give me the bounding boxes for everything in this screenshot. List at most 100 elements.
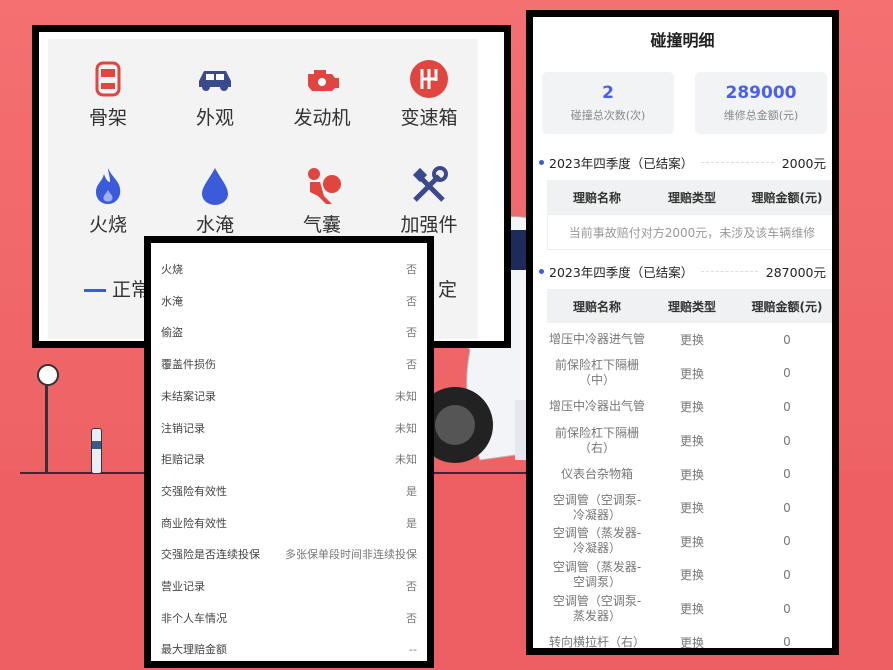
- fire-icon: [86, 164, 130, 208]
- record-label: 交强险是否连续投保: [161, 548, 260, 562]
- record-row: 覆盖件损伤 否: [161, 348, 417, 380]
- table-row: 增压中冷器出气管 更换 0: [547, 390, 832, 424]
- record-value: 否: [406, 580, 417, 593]
- record-value: 多张保单段时间非连续投保: [285, 548, 417, 562]
- cell-type: 更换: [679, 635, 704, 650]
- category-airbag[interactable]: 气囊: [277, 164, 367, 237]
- cell-amount: 0: [783, 500, 791, 515]
- record-row: 交强险是否连续投保 多张保单段时间非连续投保: [161, 538, 417, 570]
- street-lamp-icon: [37, 364, 59, 386]
- legend-dash: [84, 289, 106, 292]
- header-name: 理赔名称: [572, 190, 621, 205]
- repair-amount-label: 维修总金额(元): [723, 109, 799, 122]
- cell-type: 更换: [679, 434, 704, 449]
- header-amount: 理赔金额(元): [751, 190, 823, 205]
- table-row: 空调管（空调泵-蒸发器） 更换 0: [547, 592, 832, 626]
- record-row: 拒赔记录 未知: [161, 443, 417, 475]
- table-header: 理赔名称 理赔类型 理赔金额(元): [547, 289, 832, 323]
- cell-name: 空调管（空调泵-蒸发器）: [552, 593, 642, 623]
- table-row: 转向横拉杆（右） 更换 0: [547, 625, 832, 650]
- header-type: 理赔类型: [667, 190, 716, 205]
- record-value: 否: [406, 263, 417, 276]
- record-label: 覆盖件损伤: [161, 358, 216, 372]
- cell-amount: 0: [783, 567, 791, 582]
- category-fire[interactable]: 火烧: [63, 164, 153, 237]
- record-value: 是: [406, 484, 417, 498]
- record-label: 偷盗: [161, 326, 183, 340]
- record-value: 否: [406, 611, 417, 625]
- record-row: 交强险有效性 是: [161, 475, 417, 507]
- table-row: 前保险杠下隔栅（中） 更换 0: [547, 357, 832, 391]
- cell-amount: 0: [783, 467, 791, 482]
- cell-type: 更换: [679, 366, 704, 381]
- category-label: 变速箱: [400, 107, 458, 129]
- record-label: 水淹: [161, 294, 183, 308]
- engine-icon: [300, 57, 344, 101]
- cell-amount: 0: [783, 601, 791, 616]
- legend-normal: 正常: [84, 275, 150, 302]
- cell-name: 转向横拉杆（右）: [548, 634, 645, 649]
- collision-count-card: 2 碰撞总次数(次): [542, 72, 674, 134]
- cell-name: 空调管（蒸发器-冷凝器）: [552, 526, 642, 556]
- table-row: 空调管（蒸发器-冷凝器） 更换 0: [547, 525, 832, 559]
- record-label: 注销记录: [161, 421, 205, 435]
- category-label: 火烧: [88, 214, 127, 236]
- record-label: 交强险有效性: [161, 484, 227, 498]
- category-exterior[interactable]: 外观: [170, 57, 260, 130]
- record-value: 未知: [395, 453, 417, 467]
- record-label: 未结案记录: [161, 389, 216, 403]
- record-label: 营业记录: [161, 580, 205, 593]
- record-value: 未知: [395, 421, 417, 435]
- record-row: 未结案记录 未知: [161, 380, 417, 412]
- category-frame[interactable]: 骨架: [63, 57, 153, 130]
- record-label: 最大理赔金额: [161, 643, 227, 657]
- claim-amount: 2000元: [781, 155, 826, 171]
- repair-amount-card: 289000 维修总金额(元): [695, 72, 827, 134]
- cell-type: 更换: [679, 333, 704, 348]
- category-gearbox[interactable]: 变速箱: [384, 57, 474, 130]
- cell-type: 更换: [679, 501, 704, 516]
- bullet-dot: [539, 268, 544, 274]
- record-value: 否: [406, 294, 417, 308]
- category-label: 外观: [195, 107, 234, 129]
- record-value: 否: [406, 326, 417, 340]
- collision-detail-panel: 碰撞明细 2 碰撞总次数(次) 289000 维修总金额(元) 2023年四季度…: [526, 10, 839, 655]
- cell-type: 更换: [679, 568, 704, 583]
- tools-icon: [407, 164, 451, 208]
- cell-amount: 0: [783, 534, 791, 549]
- claim-section-header[interactable]: 2023年四季度（已结案） 287000元: [539, 260, 826, 282]
- record-value: 是: [406, 516, 417, 530]
- record-label: 拒赔记录: [161, 453, 205, 467]
- claim-amount: 287000元: [765, 264, 826, 280]
- cell-name: 空调管（蒸发器-空调泵）: [552, 559, 642, 589]
- dashed-divider: [701, 270, 758, 272]
- record-row: 营业记录 否: [161, 570, 417, 602]
- record-row: 非个人车情况 否: [161, 602, 417, 634]
- car-exterior-icon: [193, 57, 237, 101]
- cell-amount: 0: [783, 433, 791, 448]
- table-header: 理赔名称 理赔类型 理赔金额(元): [547, 180, 832, 214]
- table-row: 仪表台杂物箱 更换 0: [547, 457, 832, 491]
- claim-period: 2023年四季度（已结案）: [549, 264, 694, 280]
- cell-type: 更换: [679, 467, 704, 482]
- panel-title: 碰撞明细: [650, 31, 715, 50]
- record-row: 偷盗 否: [161, 316, 417, 348]
- cell-name: 前保险杠下隔栅（右）: [554, 425, 639, 455]
- category-reinforcement[interactable]: 加强件: [384, 164, 474, 237]
- records-panel: 火烧否水淹否偷盗否覆盖件损伤否未结案记录 未知 注销记录 未知 拒赔记录 未知 交强险有效性…: [144, 236, 434, 668]
- cell-name: 增压中冷器进气管: [548, 332, 645, 347]
- cell-amount: 0: [783, 332, 791, 347]
- cell-type: 更换: [679, 602, 704, 617]
- category-water[interactable]: 水淹: [170, 164, 260, 237]
- collision-count: 2: [602, 83, 614, 103]
- table-row: 增压中冷器进气管 更换 0: [547, 323, 832, 357]
- category-engine[interactable]: 发动机: [277, 57, 367, 130]
- cell-amount: 0: [783, 399, 791, 414]
- cell-name: 增压中冷器出气管: [548, 399, 645, 414]
- claim-section-header[interactable]: 2023年四季度（已结案） 2000元: [539, 151, 826, 173]
- record-value: 否: [406, 358, 417, 372]
- airbag-icon: [300, 164, 344, 208]
- header-type: 理赔类型: [667, 299, 716, 314]
- record-row: 水淹 否: [161, 285, 417, 317]
- lamp-pole: [45, 384, 48, 472]
